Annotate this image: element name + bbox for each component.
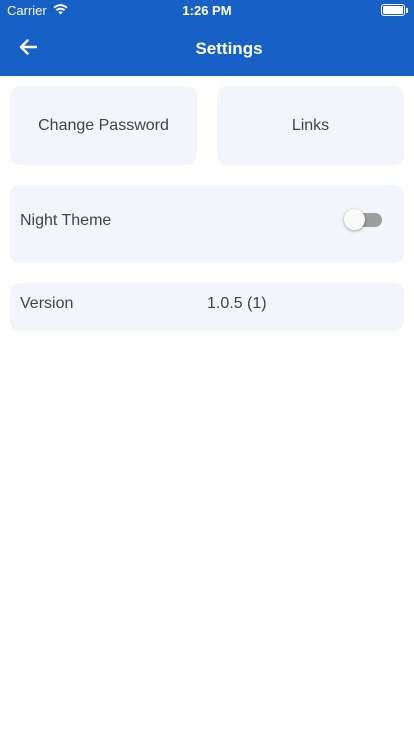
app-header: Carrier 1:26 PM Settings — [0, 0, 414, 76]
battery-icon — [381, 4, 408, 16]
links-button[interactable]: Links — [217, 86, 404, 165]
settings-screen: Carrier 1:26 PM Settings Change Password… — [0, 0, 414, 736]
version-label: Version — [20, 295, 74, 312]
night-theme-label: Night Theme — [20, 212, 112, 229]
nav-bar: Settings — [0, 22, 414, 76]
night-theme-toggle[interactable] — [344, 209, 382, 231]
night-theme-row: Night Theme — [10, 185, 404, 263]
page-title: Settings — [195, 39, 263, 58]
change-password-label: Change Password — [38, 116, 169, 134]
change-password-button[interactable]: Change Password — [10, 86, 197, 165]
links-label: Links — [291, 116, 330, 134]
status-bar: Carrier 1:26 PM — [0, 0, 414, 22]
version-value: 1.0.5 (1) — [207, 295, 267, 312]
toggle-thumb — [344, 209, 365, 230]
version-row: Version 1.0.5 (1) — [10, 283, 404, 331]
status-time: 1:26 PM — [182, 3, 232, 18]
